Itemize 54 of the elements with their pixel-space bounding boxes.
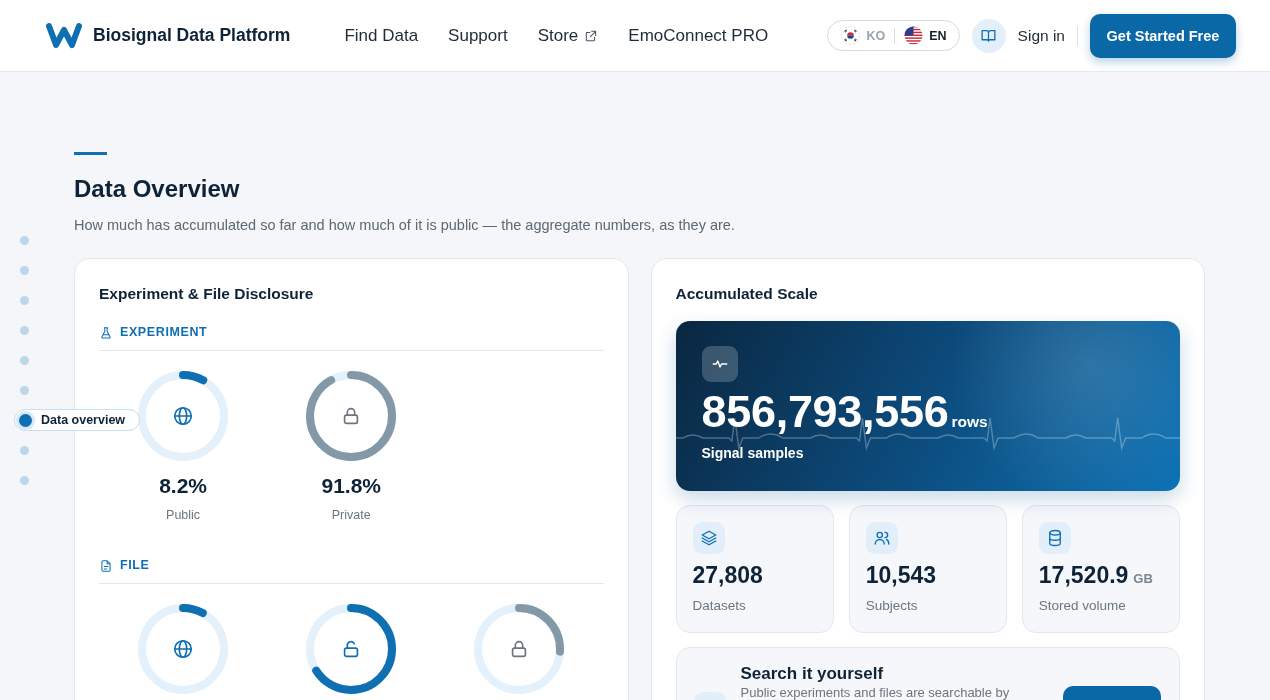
card-title: Experiment & File Disclosure [99,285,315,303]
section-title: Data Overview [74,175,241,203]
section-subtitle: How much has accumulated so far and how much of it is public — the aggregate numbers, as they are. [74,217,736,234]
card-title: Accumulated Scale [675,285,819,303]
flag-icon [904,26,924,45]
database-icon [1038,522,1071,554]
stat-value: 17,520.9 [1038,562,1129,588]
stat-label: Stored volume [1038,598,1127,614]
dot-icon [19,413,32,427]
get-started-button[interactable]: Get Started Free [1090,13,1236,58]
accent-bar [74,152,107,155]
users-icon [865,522,898,554]
globe-icon [172,405,195,427]
book-icon-button[interactable] [971,18,1006,53]
stat-unit: GB [1133,571,1153,586]
section-dot[interactable] [19,295,29,305]
ring-label: Public [166,508,201,522]
group-heading: FILE [120,558,150,573]
brand-name[interactable]: Biosignal Data Platform [93,25,291,46]
hero-unit: rows [951,413,988,431]
section-dot[interactable] [19,445,29,455]
section-dot[interactable] [19,475,29,485]
section-dot[interactable] [19,325,29,335]
search-card-text: Public experiments and files are searchable by [740,685,1011,700]
flag-icon [841,26,861,45]
hero-value: 856,793,556 [701,388,949,436]
stat-value: 27,808 [692,562,763,588]
flask-icon [99,325,113,340]
stat-label: Subjects [865,598,919,614]
percent-value: 8.2% [159,474,207,498]
stat-label: Datasets [692,598,747,614]
hero-label: Signal samples [701,445,805,461]
section-dot[interactable] [19,265,29,275]
nav-link[interactable]: Store [537,25,599,46]
nav-link[interactable]: Find Data [344,25,419,46]
document-icon [99,558,113,573]
section-dot[interactable] [19,385,29,395]
layers-icon [692,522,725,554]
percent-value: 91.8% [321,474,381,498]
search-card-title: Search it yourself [740,664,885,683]
language-option[interactable]: EN [904,26,947,45]
globe-icon [172,638,195,660]
sign-in-link[interactable]: Sign in [1017,26,1065,45]
book-icon [980,27,998,44]
nav-link[interactable]: Support [448,25,508,46]
pulse-icon [701,346,738,382]
stat-value: 10,543 [865,562,936,588]
section-nav-link[interactable]: Data overview [14,409,141,431]
logo-icon[interactable] [45,22,83,49]
nav-link[interactable]: EmoConnect PRO [628,25,769,46]
section-dot[interactable] [19,235,29,245]
group-heading: EXPERIMENT [120,325,208,340]
ring-label: Private [331,508,371,522]
section-dot[interactable] [19,355,29,365]
